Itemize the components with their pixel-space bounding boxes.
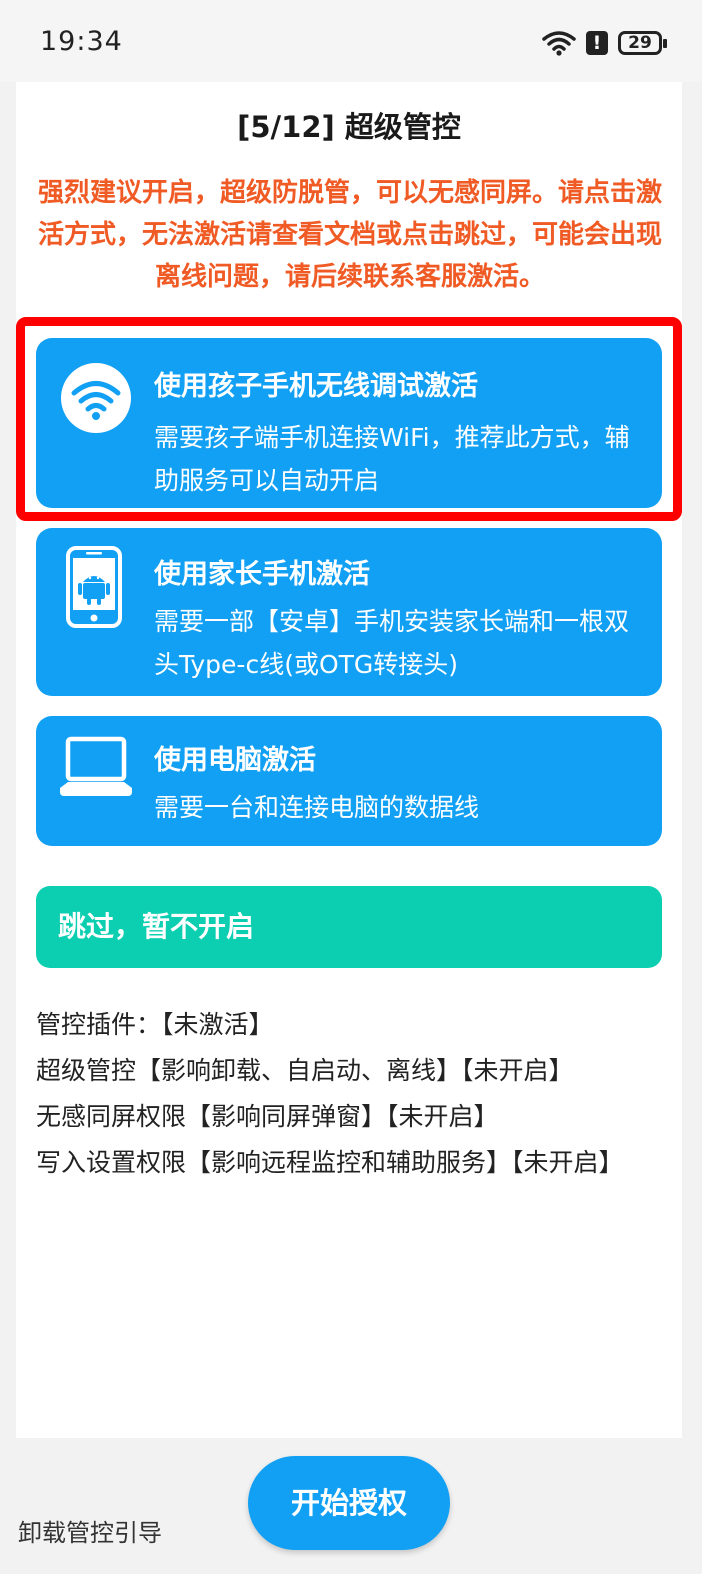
option-desc: 需要一台和连接电脑的数据线 xyxy=(154,793,480,822)
android-phone-icon xyxy=(66,546,122,628)
status-icons: ! 29 xyxy=(542,26,667,60)
status-line: 管控插件：【未激活】 xyxy=(36,1010,274,1039)
option-title: 使用电脑激活 xyxy=(154,745,316,776)
permission-status-list: 管控插件：【未激活】 超级管控【影响卸载、自启动、离线】【未开启】 无感同屏权限… xyxy=(36,1002,656,1186)
laptop-icon xyxy=(60,736,132,796)
wifi-icon xyxy=(542,31,576,56)
uninstall-guide-link[interactable]: 卸载管控引导 xyxy=(18,1513,162,1548)
option-desc: 需要一部【安卓】手机安装家长端和一根双头Type-c线(或OTG转接头) xyxy=(154,607,630,679)
option-parent-phone[interactable]: 使用家长手机激活 需要一部【安卓】手机安装家长端和一根双头Type-c线(或OT… xyxy=(36,528,662,696)
wifi-icon xyxy=(61,363,131,433)
option-title: 使用家长手机激活 xyxy=(154,559,370,590)
battery-icon: 29 xyxy=(618,31,667,55)
status-line: 超级管控【影响卸载、自启动、离线】【未开启】 xyxy=(36,1056,574,1085)
alert-icon: ! xyxy=(586,31,608,55)
skip-button[interactable]: 跳过，暂不开启 xyxy=(36,886,662,968)
option-wireless-debug[interactable]: 使用孩子手机无线调试激活 需要孩子端手机连接WiFi，推荐此方式，辅助服务可以自… xyxy=(36,338,662,508)
warning-text: 强烈建议开启，超级防脱管，可以无感同屏。请点击激活方式，无法激活请查看文档或点击… xyxy=(37,178,662,292)
status-time: 19:34 xyxy=(40,26,123,57)
status-line: 无感同屏权限【影响同屏弹窗】【未开启】 xyxy=(36,1102,499,1131)
option-title: 使用孩子手机无线调试激活 xyxy=(154,371,478,402)
main-panel: [5/12] 超级管控 强烈建议开启，超级防脱管，可以无感同屏。请点击激活方式，… xyxy=(16,82,682,1438)
status-line: 写入设置权限【影响远程监控和辅助服务】【未开启】 xyxy=(36,1148,624,1177)
status-bar: 19:34 ! 29 xyxy=(0,0,702,82)
page-title: [5/12] 超级管控 xyxy=(237,110,461,144)
start-authorization-button[interactable]: 开始授权 xyxy=(248,1456,450,1550)
option-computer[interactable]: 使用电脑激活 需要一台和连接电脑的数据线 xyxy=(36,716,662,846)
option-desc: 需要孩子端手机连接WiFi，推荐此方式，辅助服务可以自动开启 xyxy=(154,423,630,495)
